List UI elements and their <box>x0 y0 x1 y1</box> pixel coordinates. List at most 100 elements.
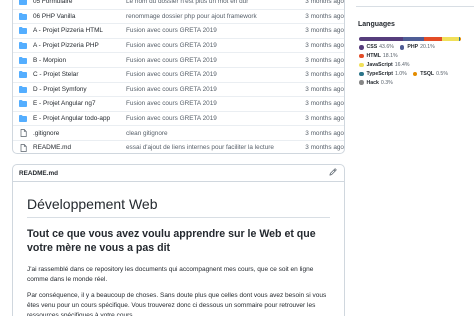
language-dot-icon <box>412 71 418 77</box>
readme-filename[interactable]: README.md <box>19 170 58 177</box>
language-name: Hack <box>366 79 379 86</box>
languages-list: CSS 43.6% PHP 20.1% HTML 18.1% JavaScript 16.4%… <box>359 43 471 87</box>
language-line: HTML 18.1% <box>359 52 471 61</box>
commit-message-link[interactable]: Fusion avec cours GRETA 2019 <box>126 71 299 78</box>
folder-icon <box>13 115 33 123</box>
language-item[interactable]: TSQL 0.5% <box>412 70 448 77</box>
language-name: TSQL <box>420 70 435 77</box>
languages-title: Languages <box>358 21 395 28</box>
file-name-link[interactable]: C - Projet Stelar <box>33 71 126 78</box>
language-percent: 18.1% <box>382 53 398 60</box>
language-name: HTML <box>366 53 381 60</box>
commit-date: 3 months ago <box>305 115 344 123</box>
commit-date: 3 months ago <box>305 42 344 50</box>
file-name-link[interactable]: .gitignore <box>33 130 126 137</box>
language-line: JavaScript 16.4% <box>359 61 471 70</box>
folder-icon <box>13 71 33 79</box>
commit-date: 3 months ago <box>305 27 344 35</box>
commit-message-link[interactable]: renommage dossier php pour ajout framewo… <box>126 13 299 20</box>
language-percent: 1.0% <box>394 70 407 77</box>
readme-header: README.md <box>13 165 344 182</box>
language-dot-icon <box>359 62 364 68</box>
commit-date: 3 months ago <box>305 100 344 108</box>
commit-date: 3 months ago <box>305 129 344 137</box>
language-item[interactable]: JavaScript 16.4% <box>359 62 409 68</box>
file-name-link[interactable]: D - Projet Symfony <box>33 86 126 93</box>
language-dot-icon <box>399 45 405 50</box>
language-percent: 16.4% <box>394 61 410 68</box>
commit-message-link[interactable]: Fusion avec cours GRETA 2019 <box>126 27 299 34</box>
file-name-link[interactable]: 06 PHP Vanilla <box>33 13 126 20</box>
file-row[interactable]: E - Projet Angular ng7 Fusion avec cours … <box>13 96 344 111</box>
commit-message-link[interactable]: Fusion avec cours GRETA 2019 <box>126 115 299 122</box>
language-item[interactable]: PHP 20.1% <box>399 44 435 51</box>
readme-subtitle: Tout ce que vous avez voulu apprendre su… <box>27 228 316 254</box>
language-dot-icon <box>359 71 364 77</box>
language-name: JavaScript <box>366 61 393 68</box>
file-name-link[interactable]: 05 Formulaire <box>33 0 126 5</box>
readme-paragraph-1: J'ai rassemblé dans ce repository les do… <box>27 265 314 283</box>
file-name-link[interactable]: E - Projet Angular todo-app <box>33 115 126 122</box>
language-percent: 20.1% <box>420 44 435 51</box>
language-percent: 0.3% <box>380 79 393 86</box>
readme-body: Développement Web Tout ce que vous avez … <box>13 182 344 316</box>
commit-date: 3 months ago <box>305 71 344 79</box>
language-bar-segment <box>423 37 443 41</box>
commit-message-link[interactable]: Fusion avec cours GRETA 2019 <box>126 86 299 93</box>
file-row[interactable]: README.md essai d'ajout de liens internes… <box>13 139 344 153</box>
commit-message-link[interactable]: Fusion avec cours GRETA 2019 <box>126 57 299 64</box>
folder-icon <box>13 85 33 93</box>
file-name-link[interactable]: A - Projet Pizzeria PHP <box>33 42 126 49</box>
language-item[interactable]: HTML 18.1% <box>359 53 398 59</box>
file-row[interactable]: .gitignore clean gitignore 3 months ago <box>13 125 344 140</box>
language-item[interactable]: TypeScript 1.0% <box>359 71 407 77</box>
commit-date: 3 months ago <box>305 85 344 93</box>
file-icon <box>13 143 33 152</box>
language-percent: 0.5% <box>436 70 448 77</box>
file-icon <box>13 129 33 137</box>
language-dot-icon <box>359 80 364 85</box>
file-name-link[interactable]: A - Projet Pizzeria HTML <box>33 27 126 34</box>
file-row[interactable]: B - Morpion Fusion avec cours GRETA 2019 3… <box>13 52 344 67</box>
commit-message-link[interactable]: Fusion avec cours GRETA 2019 <box>126 42 299 49</box>
commit-message-link[interactable]: Le nom du dossier n'est plus un mot en d… <box>126 0 299 5</box>
commit-message-link[interactable]: Fusion avec cours GRETA 2019 <box>126 100 299 107</box>
file-row[interactable]: E - Projet Angular todo-app Fusion avec c… <box>13 110 344 126</box>
file-row[interactable]: 05 Formulaire Le nom du dossier n'est plu… <box>13 0 344 9</box>
commit-date: 3 months ago <box>305 56 344 64</box>
language-bar-segment <box>442 37 460 41</box>
language-item[interactable]: Hack 0.3% <box>359 80 393 86</box>
folder-icon <box>13 27 33 35</box>
folder-icon <box>13 12 33 20</box>
language-line: TypeScript 1.0% TSQL 0.5% <box>359 69 471 78</box>
commit-message-link[interactable]: clean gitignore <box>126 130 299 137</box>
folder-icon <box>13 56 33 64</box>
language-dot-icon <box>359 45 364 50</box>
file-name-link[interactable]: B - Morpion <box>33 57 126 64</box>
file-row[interactable]: A - Projet Pizzeria PHP Fusion avec cours… <box>13 37 344 53</box>
folder-icon <box>13 0 33 5</box>
commit-message-link[interactable]: essai d'ajout de liens internes pour fac… <box>126 144 299 151</box>
readme-paragraph-2: Par conséquence, il y a beaucoup de chos… <box>27 292 327 316</box>
readme-panel: README.md Développement Web Tout ce que … <box>12 164 345 316</box>
edit-pencil-icon[interactable] <box>329 168 337 178</box>
commit-date: 3 months ago <box>305 0 344 5</box>
file-row[interactable]: A - Projet Pizzeria HTML Fusion avec cour… <box>13 23 344 38</box>
language-name: CSS <box>366 44 378 51</box>
language-item[interactable]: CSS 43.6% <box>359 44 394 50</box>
commit-date: 3 months ago <box>305 12 344 20</box>
language-bar-segment <box>359 37 404 41</box>
file-row[interactable]: C - Projet Stelar Fusion avec cours GRETA… <box>13 66 344 82</box>
readme-title: Développement Web <box>27 196 330 218</box>
language-line: Hack 0.3% <box>359 78 471 87</box>
file-row[interactable]: 06 PHP Vanilla renommage dossier php pour… <box>13 8 344 24</box>
file-list: 05 Formulaire Le nom du dossier n'est plu… <box>12 0 345 154</box>
file-name-link[interactable]: E - Projet Angular ng7 <box>33 100 126 107</box>
language-name: PHP <box>407 44 419 51</box>
file-name-link[interactable]: README.md <box>33 144 126 151</box>
folder-icon <box>13 42 33 50</box>
file-row[interactable]: D - Projet Symfony Fusion avec cours GRET… <box>13 81 344 97</box>
language-name: TypeScript <box>366 70 393 77</box>
language-dot-icon <box>359 53 364 59</box>
language-line: CSS 43.6% PHP 20.1% <box>359 43 471 52</box>
